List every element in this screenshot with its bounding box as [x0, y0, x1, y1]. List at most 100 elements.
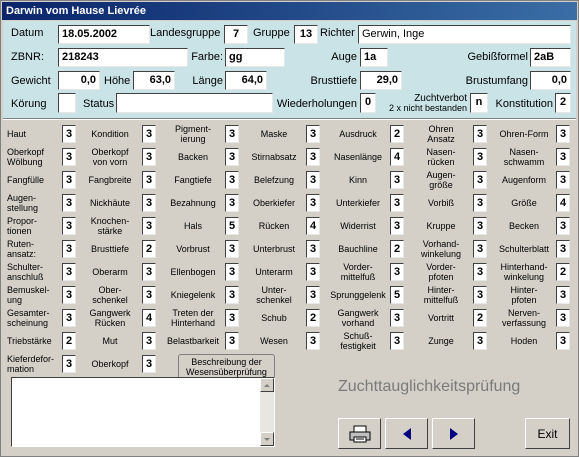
grade-value-field[interactable]: 3: [306, 286, 320, 304]
grade-value-field[interactable]: 3: [225, 171, 239, 189]
grade-value-field[interactable]: 3: [390, 194, 404, 212]
brustumfang-field[interactable]: 0,0: [530, 71, 571, 90]
grade-value-field[interactable]: 3: [473, 332, 487, 350]
grade-value-field[interactable]: 2: [306, 309, 320, 327]
grade-value-field[interactable]: 3: [390, 217, 404, 235]
farbe-field[interactable]: gg: [225, 48, 285, 67]
grade-value-field[interactable]: 3: [62, 240, 76, 258]
grade-value-field[interactable]: 3: [62, 286, 76, 304]
grade-value-field[interactable]: 3: [556, 125, 570, 143]
hoehe-field[interactable]: 63,0: [133, 71, 175, 90]
grade-value-field[interactable]: 3: [225, 194, 239, 212]
grade-value-field[interactable]: 3: [62, 125, 76, 143]
zuchtverbot-field[interactable]: n: [470, 93, 488, 113]
grade-value-field[interactable]: 4: [556, 194, 570, 212]
grade-value-field[interactable]: 3: [142, 171, 156, 189]
grade-value-field[interactable]: 3: [62, 355, 76, 373]
richter-field[interactable]: Gerwin, Inge: [358, 25, 571, 44]
grade-value-field[interactable]: 3: [62, 309, 76, 327]
status-field[interactable]: [116, 93, 273, 113]
laenge-field[interactable]: 64,0: [225, 71, 267, 90]
brusttiefe-field[interactable]: 29,0: [360, 71, 402, 90]
gebissformel-field[interactable]: 2aB: [530, 48, 571, 67]
grade-value-field[interactable]: 4: [390, 148, 404, 166]
grade-value-field[interactable]: 4: [142, 309, 156, 327]
konstitution-field[interactable]: 2: [555, 93, 571, 113]
grade-value-field[interactable]: 3: [225, 263, 239, 281]
grade-value-field[interactable]: 3: [556, 332, 570, 350]
grade-value-field[interactable]: 3: [306, 332, 320, 350]
grade-value-field[interactable]: 3: [142, 125, 156, 143]
print-button[interactable]: [338, 418, 381, 449]
grade-value-field[interactable]: 3: [142, 286, 156, 304]
grade-value-field[interactable]: 5: [225, 217, 239, 235]
grade-value-field[interactable]: 3: [306, 263, 320, 281]
grade-value-field[interactable]: 3: [390, 332, 404, 350]
grade-value-field[interactable]: 3: [142, 355, 156, 373]
grade-value-field[interactable]: 3: [225, 332, 239, 350]
grade-value-field[interactable]: 3: [62, 194, 76, 212]
grade-value-field[interactable]: 3: [473, 240, 487, 258]
grade-value-field[interactable]: 3: [306, 171, 320, 189]
grade-value-field[interactable]: 3: [556, 240, 570, 258]
grade-value-field[interactable]: 3: [390, 309, 404, 327]
grade-value-field[interactable]: 3: [225, 240, 239, 258]
grade-value-field[interactable]: 3: [225, 286, 239, 304]
grade-value-field[interactable]: 3: [142, 194, 156, 212]
gewicht-field[interactable]: 0,0: [58, 71, 100, 90]
grade-value-field[interactable]: 3: [62, 217, 76, 235]
datum-field[interactable]: 18.05.2002: [58, 25, 150, 44]
grade-value-field[interactable]: 3: [556, 217, 570, 235]
grade-value-field[interactable]: 3: [473, 125, 487, 143]
grade-value-field[interactable]: 3: [556, 171, 570, 189]
grade-value-field[interactable]: 3: [473, 217, 487, 235]
grade-value-field[interactable]: 2: [142, 240, 156, 258]
grade-value-field[interactable]: 3: [62, 171, 76, 189]
grade-value-field[interactable]: 2: [390, 240, 404, 258]
grade-value-field[interactable]: 3: [306, 240, 320, 258]
description-memo[interactable]: [11, 377, 275, 447]
grade-value-field[interactable]: 3: [142, 263, 156, 281]
gruppe-field[interactable]: 13: [294, 25, 318, 44]
grade-value-field[interactable]: 3: [556, 148, 570, 166]
exit-button[interactable]: Exit: [525, 418, 570, 449]
grade-value-field[interactable]: 3: [62, 148, 76, 166]
grade-value-field[interactable]: 3: [473, 286, 487, 304]
grade-value-field[interactable]: 3: [225, 309, 239, 327]
grade-value-field[interactable]: 3: [142, 148, 156, 166]
previous-record-button[interactable]: [385, 418, 428, 449]
grade-value-field[interactable]: 3: [306, 125, 320, 143]
auge-field[interactable]: 1a: [360, 48, 388, 67]
grade-value-field[interactable]: 3: [473, 171, 487, 189]
grade-value-field[interactable]: 3: [390, 263, 404, 281]
koerung-field[interactable]: [58, 93, 76, 113]
zbnr-field[interactable]: 218243: [58, 48, 188, 67]
grade-value-field[interactable]: 3: [556, 309, 570, 327]
scroll-up-button[interactable]: [260, 378, 274, 392]
laenge-label: Länge: [192, 75, 223, 87]
grade-value-field[interactable]: 3: [306, 148, 320, 166]
grade-value-field[interactable]: 4: [306, 217, 320, 235]
scroll-down-button[interactable]: [260, 432, 274, 446]
wiederholungen-field[interactable]: 0: [360, 93, 376, 113]
grade-value-field[interactable]: 3: [142, 217, 156, 235]
landesgruppe-field[interactable]: 7: [224, 25, 248, 44]
grade-value-field[interactable]: 3: [390, 171, 404, 189]
grade-value-field[interactable]: 3: [473, 148, 487, 166]
grade-value-field[interactable]: 2: [390, 125, 404, 143]
next-record-button[interactable]: [432, 418, 475, 449]
grade-value-field[interactable]: 2: [473, 309, 487, 327]
grade-value-field[interactable]: 3: [473, 194, 487, 212]
tab-wesensueberpruefung[interactable]: Beschreibung der Wesensüberprüfung: [178, 354, 275, 378]
grade-value-field[interactable]: 3: [62, 263, 76, 281]
grade-value-field[interactable]: 3: [473, 263, 487, 281]
grade-value-field[interactable]: 3: [142, 332, 156, 350]
grade-value-field[interactable]: 3: [556, 286, 570, 304]
grade-value-field[interactable]: 2: [556, 263, 570, 281]
grade-value-field[interactable]: 3: [225, 148, 239, 166]
grade-value-field[interactable]: 3: [225, 125, 239, 143]
grade-value-field[interactable]: 5: [390, 286, 404, 304]
grade-value-field[interactable]: 3: [306, 194, 320, 212]
memo-scrollbar[interactable]: [260, 378, 274, 446]
grade-value-field[interactable]: 2: [62, 332, 76, 350]
